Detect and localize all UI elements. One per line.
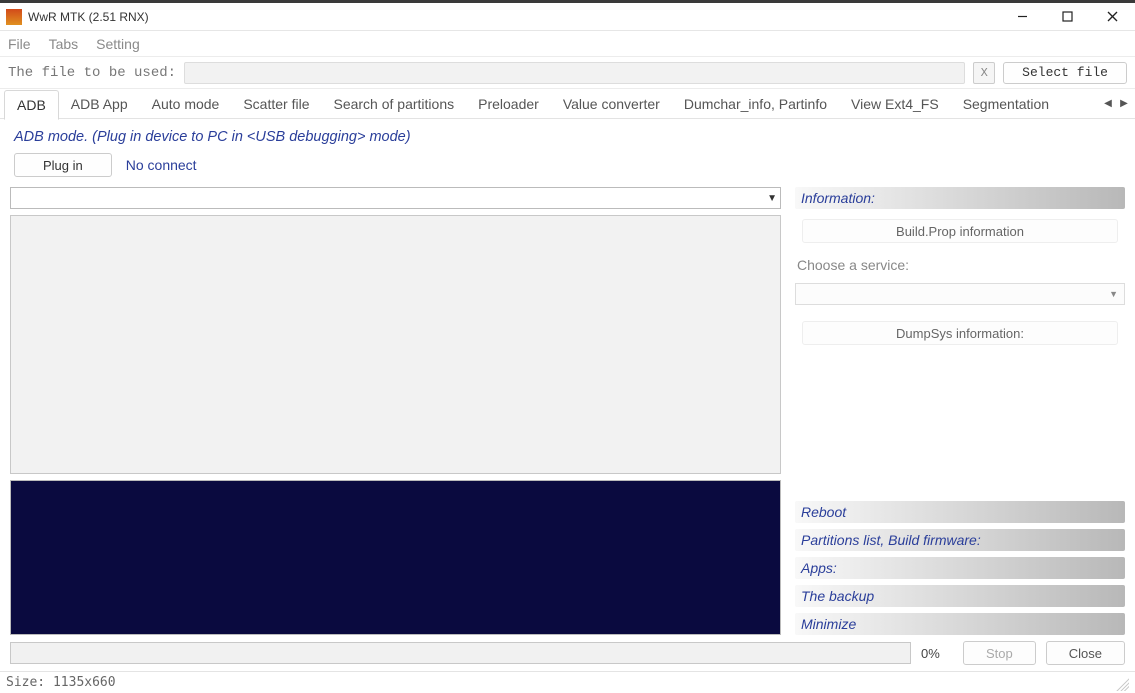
tab-adb-app[interactable]: ADB App [59, 89, 140, 119]
tab-auto-mode[interactable]: Auto mode [140, 89, 232, 119]
buildprop-button[interactable]: Build.Prop information [802, 219, 1119, 243]
tab-scrollers: ◀ ▶ [1101, 95, 1131, 113]
clear-file-button[interactable]: X [973, 62, 995, 84]
chevron-down-icon: ▼ [1109, 289, 1118, 299]
chevron-down-icon: ▼ [767, 193, 777, 204]
left-column: ▼ [10, 187, 781, 635]
minimize-button[interactable] [1000, 3, 1045, 31]
close-button[interactable]: Close [1046, 641, 1125, 665]
tab-adb[interactable]: ADB [4, 90, 59, 120]
choose-service-label: Choose a service: [795, 253, 1125, 275]
plug-row: Plug in No connect [10, 153, 1125, 177]
menu-tabs[interactable]: Tabs [49, 36, 79, 52]
connection-status: No connect [126, 157, 197, 173]
section-information[interactable]: Information: [795, 187, 1125, 209]
select-file-button[interactable]: Select file [1003, 62, 1127, 84]
tab-search-partitions[interactable]: Search of partitions [321, 89, 466, 119]
resize-grip-icon[interactable] [1113, 675, 1129, 691]
title-bar: WwR MTK (2.51 RNX) [0, 3, 1135, 31]
adb-mode-line: ADB mode. (Plug in device to PC in <USB … [10, 129, 1125, 145]
file-to-use-row: The file to be used: X Select file [0, 57, 1135, 89]
section-partitions[interactable]: Partitions list, Build firmware: [795, 529, 1125, 551]
tab-scatter-file[interactable]: Scatter file [231, 89, 321, 119]
maximize-button[interactable] [1045, 3, 1090, 31]
file-label: The file to be used: [8, 65, 176, 81]
right-column: Information: Build.Prop information Choo… [795, 187, 1125, 635]
close-window-button[interactable] [1090, 3, 1135, 31]
tab-dumchar-partinfo[interactable]: Dumchar_info, Partinfo [672, 89, 839, 119]
section-apps[interactable]: Apps: [795, 557, 1125, 579]
tab-scroll-right-icon[interactable]: ▶ [1117, 95, 1131, 113]
tabs-bar: ADB ADB App Auto mode Scatter file Searc… [0, 89, 1135, 119]
terminal-panel[interactable] [10, 480, 781, 635]
service-select[interactable]: ▼ [795, 283, 1125, 305]
status-bar: Size: 1135x660 [0, 671, 1135, 693]
columns: ▼ Information: Build.Prop information Ch… [10, 187, 1125, 635]
menu-bar: File Tabs Setting [0, 31, 1135, 57]
tab-value-converter[interactable]: Value converter [551, 89, 672, 119]
window-controls [1000, 3, 1135, 31]
bottom-row: 0% Stop Close [0, 635, 1135, 671]
tab-view-ext4fs[interactable]: View Ext4_FS [839, 89, 951, 119]
app-icon [6, 9, 22, 25]
stop-button[interactable]: Stop [963, 641, 1036, 665]
section-minimize[interactable]: Minimize [795, 613, 1125, 635]
plug-in-button[interactable]: Plug in [14, 153, 112, 177]
dumpsys-button[interactable]: DumpSys information: [802, 321, 1119, 345]
tab-preloader[interactable]: Preloader [466, 89, 551, 119]
status-size: Size: 1135x660 [6, 675, 116, 690]
window-title: WwR MTK (2.51 RNX) [28, 10, 1000, 24]
file-path-input[interactable] [184, 62, 965, 84]
output-list[interactable] [10, 215, 781, 474]
menu-file[interactable]: File [8, 36, 31, 52]
tab-segmentation[interactable]: Segmentation [951, 89, 1061, 119]
device-combo[interactable]: ▼ [10, 187, 781, 209]
tab-scroll-left-icon[interactable]: ◀ [1101, 95, 1115, 113]
section-reboot[interactable]: Reboot [795, 501, 1125, 523]
tab-content: ADB mode. (Plug in device to PC in <USB … [0, 119, 1135, 635]
menu-setting[interactable]: Setting [96, 36, 140, 52]
right-spacer [795, 355, 1125, 495]
section-backup[interactable]: The backup [795, 585, 1125, 607]
progress-bar [10, 642, 911, 664]
progress-percent: 0% [921, 646, 953, 661]
